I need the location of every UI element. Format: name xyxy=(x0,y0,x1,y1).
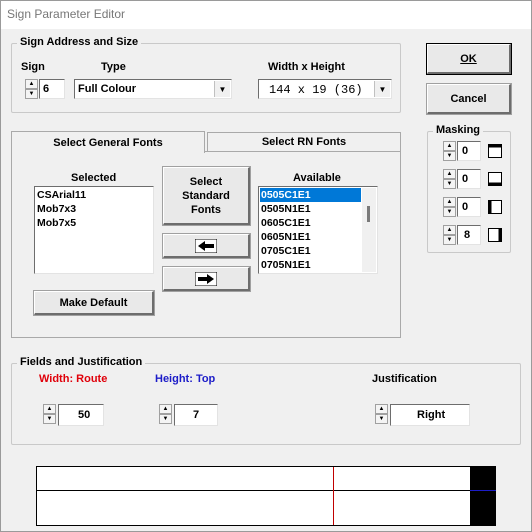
mask-right-icon xyxy=(488,228,502,242)
selected-fonts-list[interactable]: CSArial11 Mob7x3 Mob7x5 xyxy=(34,186,154,274)
mask-bottom-value: 0 xyxy=(462,173,469,185)
spin-up-icon[interactable]: ▲ xyxy=(43,404,56,414)
justification-spinner[interactable]: ▲ ▼ xyxy=(375,404,388,424)
mask-left-icon xyxy=(488,200,502,214)
list-item[interactable]: 0605C1E1 xyxy=(261,217,311,229)
sign-address-group xyxy=(11,43,401,113)
spin-down-icon[interactable]: ▼ xyxy=(375,414,388,424)
spin-up-icon[interactable]: ▲ xyxy=(443,169,456,179)
sign-input-value: 6 xyxy=(43,83,50,95)
list-item[interactable]: 0505C1E1 xyxy=(261,189,311,201)
make-default-button[interactable]: Make Default xyxy=(34,291,154,315)
width-route-label: Width: Route xyxy=(39,373,108,385)
ok-button-label: OK xyxy=(460,52,477,65)
preview-mask-line xyxy=(470,490,496,491)
spin-down-icon[interactable]: ▼ xyxy=(43,414,56,424)
justification-value: Right xyxy=(417,409,446,421)
sign-preview xyxy=(36,466,496,526)
spin-up-icon[interactable]: ▲ xyxy=(159,404,172,414)
mask-top-value: 0 xyxy=(462,145,469,157)
arrow-left-icon xyxy=(195,238,217,253)
width-input-value: 50 xyxy=(78,409,91,421)
spin-up-icon[interactable]: ▲ xyxy=(25,79,38,89)
title-bar: Sign Parameter Editor xyxy=(1,1,531,29)
width-input[interactable]: 50 xyxy=(58,404,104,426)
preview-horizontal-line xyxy=(37,490,470,491)
sign-spinner[interactable]: ▲ ▼ xyxy=(25,79,38,99)
masking-label: Masking xyxy=(433,124,484,136)
width-spinner[interactable]: ▲ ▼ xyxy=(43,404,56,424)
selected-fonts-label: Selected xyxy=(71,172,117,184)
sign-label: Sign xyxy=(21,61,45,73)
scrollbar[interactable] xyxy=(362,188,376,272)
preview-route-divider xyxy=(333,467,334,525)
window-title: Sign Parameter Editor xyxy=(7,7,126,21)
mask-right-value: 8 xyxy=(464,229,471,241)
chevron-down-icon[interactable]: ▼ xyxy=(374,81,390,97)
select-standard-fonts-button[interactable]: Select Standard Fonts xyxy=(163,167,250,225)
sign-parameter-editor-window: Sign Parameter Editor Sign Address and S… xyxy=(0,0,532,532)
mask-left-value: 0 xyxy=(462,201,469,213)
width-height-value: 144 x 19 (36) xyxy=(269,83,363,97)
height-input[interactable]: 7 xyxy=(174,404,218,426)
justification-input[interactable]: Right xyxy=(390,404,470,426)
height-top-label: Height: Top xyxy=(155,373,216,385)
scrollbar-thumb[interactable] xyxy=(367,206,370,222)
height-input-value: 7 xyxy=(193,409,200,421)
ok-button[interactable]: OK xyxy=(427,44,511,74)
mask-left-input[interactable]: 0 xyxy=(457,197,481,217)
type-select[interactable]: Full Colour ▼ xyxy=(74,79,232,99)
spin-down-icon[interactable]: ▼ xyxy=(159,414,172,424)
tab-select-general-fonts[interactable]: Select General Fonts xyxy=(11,131,205,153)
sign-input[interactable]: 6 xyxy=(39,79,65,99)
arrow-right-icon xyxy=(195,271,217,286)
mask-right-spinner[interactable]: ▲ ▼ xyxy=(443,225,456,245)
cancel-button[interactable]: Cancel xyxy=(427,84,511,114)
list-item[interactable]: Mob7x3 xyxy=(37,203,76,215)
move-right-button[interactable] xyxy=(163,267,250,291)
type-select-value: Full Colour xyxy=(78,83,137,95)
spin-up-icon[interactable]: ▲ xyxy=(443,197,456,207)
spin-down-icon[interactable]: ▼ xyxy=(25,89,38,99)
make-default-label: Make Default xyxy=(59,296,128,309)
spin-down-icon[interactable]: ▼ xyxy=(443,151,456,161)
fields-justification-label: Fields and Justification xyxy=(17,356,146,368)
list-item[interactable]: 0705N1E1 xyxy=(261,259,311,271)
mask-bottom-icon xyxy=(488,172,502,186)
spin-up-icon[interactable]: ▲ xyxy=(375,404,388,414)
mask-bottom-spinner[interactable]: ▲ ▼ xyxy=(443,169,456,189)
justification-label: Justification xyxy=(372,373,437,385)
tab-rn-label: Select RN Fonts xyxy=(261,136,347,148)
height-spinner[interactable]: ▲ ▼ xyxy=(159,404,172,424)
sign-address-group-label: Sign Address and Size xyxy=(17,36,142,48)
type-label: Type xyxy=(101,61,126,73)
chevron-down-icon[interactable]: ▼ xyxy=(214,81,230,97)
tab-general-label: Select General Fonts xyxy=(53,136,163,149)
list-item[interactable]: 0505N1E1 xyxy=(261,203,311,215)
cancel-button-label: Cancel xyxy=(450,92,487,105)
list-item[interactable]: CSArial11 xyxy=(37,189,86,201)
available-fonts-list[interactable]: 0505C1E1 0505N1E1 0605C1E1 0605N1E1 0705… xyxy=(258,186,378,274)
move-left-button[interactable] xyxy=(163,234,250,258)
width-height-label: Width x Height xyxy=(268,61,345,73)
preview-mask-right xyxy=(470,467,496,525)
mask-top-icon xyxy=(488,144,502,158)
spin-down-icon[interactable]: ▼ xyxy=(443,207,456,217)
spin-up-icon[interactable]: ▲ xyxy=(443,225,456,235)
mask-right-input[interactable]: 8 xyxy=(457,225,481,245)
list-item[interactable]: 0605N1E1 xyxy=(261,231,311,243)
list-item[interactable]: 0705C1E1 xyxy=(261,245,311,257)
spin-down-icon[interactable]: ▼ xyxy=(443,235,456,245)
mask-left-spinner[interactable]: ▲ ▼ xyxy=(443,197,456,217)
select-standard-fonts-label: Select Standard Fonts xyxy=(182,175,230,216)
mask-top-input[interactable]: 0 xyxy=(457,141,481,161)
spin-down-icon[interactable]: ▼ xyxy=(443,179,456,189)
width-height-select[interactable]: 144 x 19 (36) ▼ xyxy=(258,79,392,99)
list-item[interactable]: Mob7x5 xyxy=(37,217,76,229)
mask-top-spinner[interactable]: ▲ ▼ xyxy=(443,141,456,161)
available-fonts-label: Available xyxy=(293,172,341,184)
spin-up-icon[interactable]: ▲ xyxy=(443,141,456,151)
mask-bottom-input[interactable]: 0 xyxy=(457,169,481,189)
tab-select-rn-fonts[interactable]: Select RN Fonts xyxy=(207,132,401,151)
